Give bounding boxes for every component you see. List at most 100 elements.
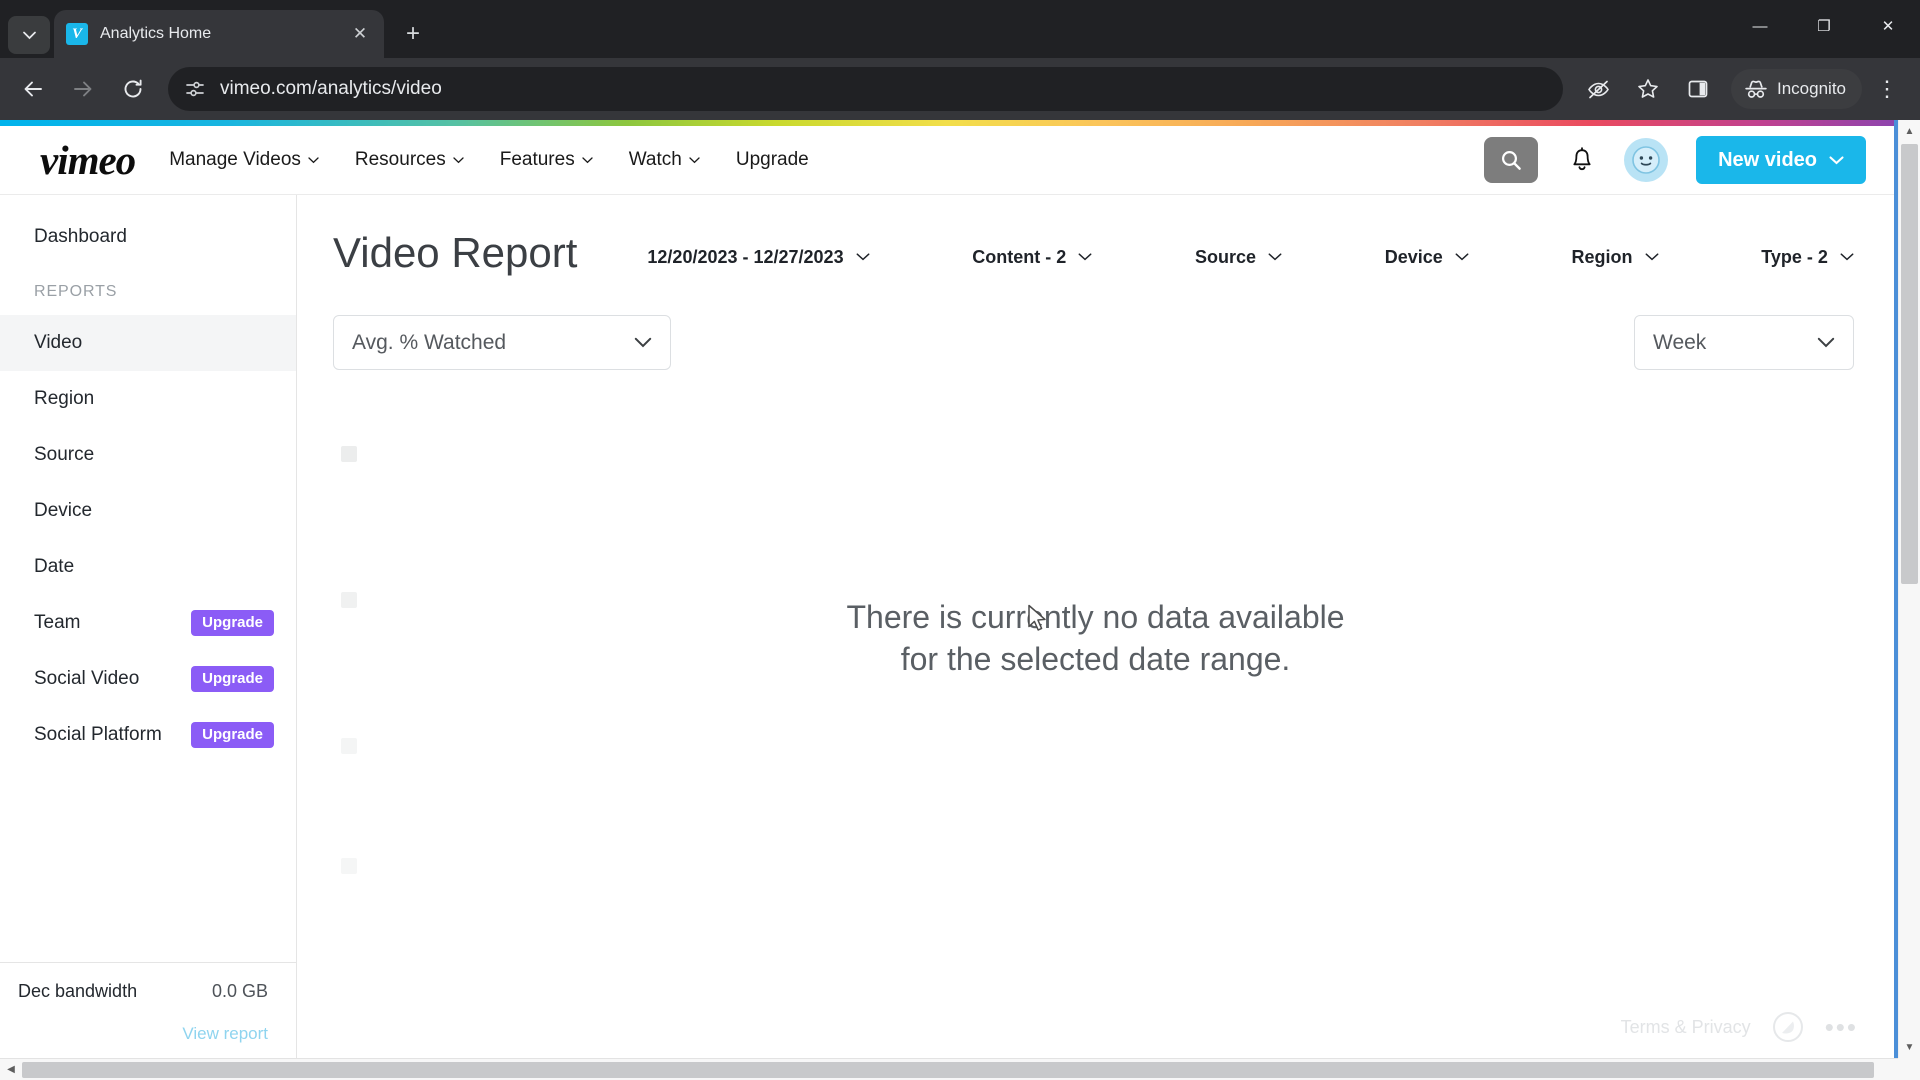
chevron-down-icon (1455, 253, 1469, 261)
chevron-down-icon (1829, 155, 1844, 164)
site-search-button[interactable] (1484, 137, 1539, 183)
metric-select[interactable]: Avg. % Watched (333, 315, 671, 370)
reload-button[interactable] (111, 67, 155, 111)
horizontal-scrollbar[interactable]: ◀ (0, 1058, 1920, 1080)
axis-tick-placeholder (341, 738, 357, 754)
maximize-button[interactable]: ❐ (1792, 0, 1856, 52)
filter-label: Device (1384, 246, 1443, 267)
chevron-down-icon (856, 253, 870, 261)
upgrade-badge[interactable]: Upgrade (191, 665, 274, 693)
user-avatar[interactable] (1624, 138, 1669, 182)
scroll-up-button[interactable]: ▲ (1899, 120, 1920, 142)
sidebar-item-social-platform[interactable]: Social Platform Upgrade (0, 707, 296, 763)
nav-item-manage-videos[interactable]: Manage Videos (169, 149, 319, 171)
main-content: Video Report 12/20/2023 - 12/27/2023 Con… (297, 195, 1894, 1058)
accessibility-circle-icon[interactable] (1772, 1012, 1803, 1042)
sidebar-item-social-video[interactable]: Social Video Upgrade (0, 651, 296, 707)
vimeo-analytics-page: vimeo Manage Videos Resources Features W… (0, 120, 1898, 1058)
tracking-protection-button[interactable] (1576, 67, 1620, 111)
nav-label: Upgrade (735, 149, 809, 170)
vertical-scroll-thumb[interactable] (1901, 144, 1918, 584)
sidebar-section-reports: REPORTS (34, 283, 118, 300)
horizontal-scroll-thumb[interactable] (22, 1062, 1874, 1078)
more-options-icon[interactable]: ••• (1825, 1014, 1858, 1040)
sidebar-top: Dashboard REPORTS Video Region Source De… (0, 195, 296, 763)
tab-search-button[interactable] (8, 16, 50, 54)
bookmark-button[interactable] (1626, 67, 1670, 111)
filter-date-range[interactable]: 12/20/2023 - 12/27/2023 (647, 247, 870, 268)
bell-icon (1573, 147, 1591, 171)
scroll-left-button[interactable]: ◀ (0, 1059, 22, 1080)
chevron-down-icon (453, 156, 464, 163)
sidebar-item-device[interactable]: Device (0, 483, 296, 539)
sidebar-item-team[interactable]: Team Upgrade (0, 595, 296, 651)
browser-toolbar: vimeo.com/analytics/video Incognito ⋮ (0, 58, 1920, 120)
back-button[interactable] (11, 67, 55, 111)
vertical-scrollbar[interactable]: ▲ ▼ (1898, 120, 1920, 1058)
view-report-link[interactable]: View report (18, 1024, 268, 1044)
sidebar-item-label: Video (34, 332, 83, 353)
filter-device[interactable]: Device (1385, 247, 1469, 268)
filter-label: Source (1195, 246, 1257, 267)
sidebar-item-region[interactable]: Region (0, 371, 296, 427)
sidebar-item-label: Social Platform (34, 724, 162, 745)
page-title: Video Report (333, 229, 578, 276)
browser-tab[interactable]: V Analytics Home ✕ (54, 10, 384, 58)
upgrade-badge[interactable]: Upgrade (191, 609, 274, 637)
incognito-indicator[interactable]: Incognito (1731, 69, 1862, 109)
chevron-down-icon (22, 31, 36, 39)
eye-slash-icon (1587, 80, 1609, 98)
site-header: vimeo Manage Videos Resources Features W… (0, 126, 1894, 195)
report-header: Video Report 12/20/2023 - 12/27/2023 Con… (297, 195, 1894, 277)
period-select-value: Week (1653, 330, 1707, 354)
nav-item-watch[interactable]: Watch (629, 149, 700, 171)
chevron-down-icon (1840, 253, 1854, 261)
close-icon[interactable]: ✕ (348, 22, 372, 46)
chart-container: There is currently no data available for… (297, 400, 1894, 960)
notifications-button[interactable] (1562, 140, 1602, 180)
upgrade-badge[interactable]: Upgrade (191, 721, 274, 749)
filter-region[interactable]: Region (1572, 247, 1659, 268)
terms-privacy-link[interactable]: Terms & Privacy (1621, 1017, 1751, 1038)
page-settings-icon[interactable] (184, 78, 206, 100)
sidebar-footer: Dec bandwidth 0.0 GB View report (0, 962, 296, 1058)
address-bar[interactable]: vimeo.com/analytics/video (168, 67, 1563, 111)
browser-menu-button[interactable]: ⋮ (1865, 67, 1909, 111)
vimeo-logo[interactable]: vimeo (40, 139, 136, 181)
sidebar-item-dashboard[interactable]: Dashboard (0, 213, 296, 261)
sidebar-item-source[interactable]: Source (0, 427, 296, 483)
nav-item-upgrade[interactable]: Upgrade (736, 149, 809, 171)
forward-button[interactable] (61, 67, 105, 111)
period-select[interactable]: Week (1634, 315, 1854, 370)
new-video-button[interactable]: New video (1696, 136, 1866, 184)
filter-content[interactable]: Content - 2 (972, 247, 1092, 268)
sidebar-item-date[interactable]: Date (0, 539, 296, 595)
filter-source[interactable]: Source (1195, 247, 1282, 268)
sidebar-item-label: Source (34, 444, 95, 465)
filter-type[interactable]: Type - 2 (1761, 247, 1854, 268)
search-icon (1502, 150, 1521, 170)
toolbar-right-actions: Incognito ⋮ (1573, 67, 1912, 111)
nav-label: Watch (628, 149, 682, 170)
chevron-down-icon (689, 156, 700, 163)
minimize-button[interactable]: — (1728, 0, 1792, 52)
new-video-label: New video (1718, 148, 1817, 171)
chevron-down-icon (582, 156, 593, 163)
vimeo-favicon-icon: V (66, 23, 88, 45)
chevron-down-icon (1645, 253, 1658, 261)
nav-label: Manage Videos (169, 149, 301, 170)
side-panel-button[interactable] (1676, 67, 1720, 111)
sidebar-item-label: Dashboard (34, 226, 127, 247)
close-window-button[interactable]: ✕ (1856, 0, 1920, 52)
user-avatar-icon (1632, 146, 1660, 174)
filter-label: Content - 2 (972, 246, 1067, 267)
nav-label: Resources (354, 149, 446, 170)
nav-item-features[interactable]: Features (500, 149, 593, 171)
sidebar-item-video[interactable]: Video (0, 315, 296, 371)
nav-item-resources[interactable]: Resources (355, 149, 464, 171)
new-tab-button[interactable]: + (394, 15, 432, 53)
scroll-down-button[interactable]: ▼ (1899, 1036, 1920, 1058)
bandwidth-value: 0.0 GB (211, 981, 268, 1001)
sidebar-item-label: Social Video (34, 668, 140, 689)
nav-label: Features (499, 149, 575, 170)
